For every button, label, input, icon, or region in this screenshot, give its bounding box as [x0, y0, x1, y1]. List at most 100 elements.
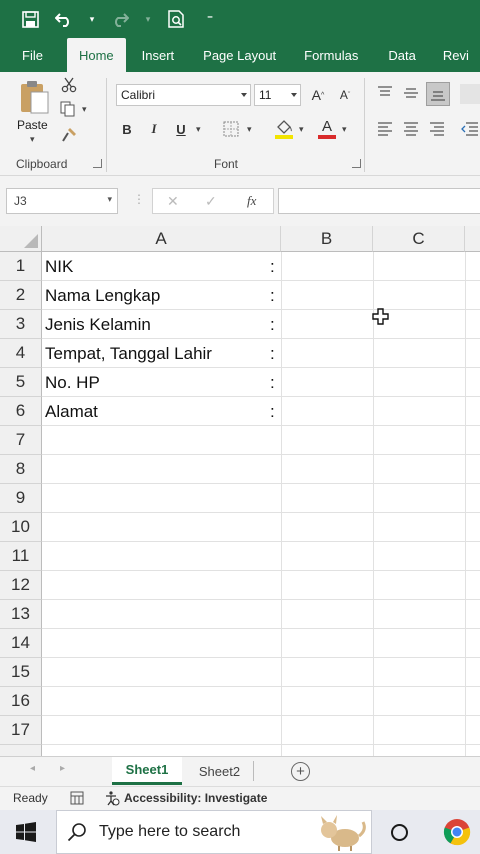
- formula-input[interactable]: [278, 188, 480, 214]
- tab-insert[interactable]: Insert: [126, 38, 191, 72]
- row-gridline: [42, 541, 480, 542]
- align-center-icon[interactable]: [402, 120, 420, 138]
- row-header[interactable]: 17: [0, 716, 42, 745]
- cell-a2[interactable]: Nama Lengkap: [45, 281, 160, 310]
- font-launcher-icon[interactable]: [352, 159, 361, 168]
- row-header[interactable]: 1: [0, 252, 42, 281]
- tab-home[interactable]: Home: [66, 38, 126, 72]
- font-color-icon[interactable]: A: [317, 118, 337, 140]
- font-size-dropdown-icon[interactable]: [291, 93, 297, 97]
- insert-function-icon[interactable]: fx: [247, 193, 256, 209]
- tab-data[interactable]: Data: [373, 38, 430, 72]
- cell-a3[interactable]: Jenis Kelamin: [45, 310, 151, 339]
- add-sheet-button[interactable]: +: [291, 762, 310, 781]
- clipboard-launcher-icon[interactable]: [93, 159, 102, 168]
- cell-a1[interactable]: NIK: [45, 252, 73, 281]
- column-header-b[interactable]: B: [281, 226, 373, 252]
- cell-colon-3: :: [270, 314, 275, 334]
- redo-icon[interactable]: [110, 9, 130, 29]
- select-all-corner[interactable]: [0, 226, 42, 252]
- row-header[interactable]: 11: [0, 542, 42, 571]
- italic-button[interactable]: I: [145, 120, 163, 138]
- row-header[interactable]: 10: [0, 513, 42, 542]
- row-header[interactable]: 12: [0, 571, 42, 600]
- scroll-sheets-left-icon[interactable]: ◂: [30, 763, 35, 774]
- undo-dropdown-icon[interactable]: ▾: [88, 9, 96, 29]
- tab-review[interactable]: Revi: [431, 38, 480, 72]
- row-header[interactable]: [0, 745, 42, 756]
- row-header[interactable]: 3: [0, 310, 42, 339]
- formula-bar-grip-icon: ⋮: [133, 192, 145, 206]
- sheet-tab-sheet2[interactable]: Sheet2: [186, 761, 254, 781]
- task-view-icon[interactable]: [391, 824, 408, 841]
- align-right-icon[interactable]: [428, 120, 446, 138]
- paste-button-label[interactable]: Paste: [17, 118, 48, 132]
- tab-file[interactable]: File: [0, 38, 67, 72]
- column-header-c[interactable]: C: [373, 226, 465, 252]
- row-header[interactable]: 2: [0, 281, 42, 310]
- font-color-dropdown-icon[interactable]: ▾: [342, 124, 347, 135]
- orientation-icon[interactable]: [460, 84, 480, 104]
- accessibility-icon[interactable]: [104, 790, 120, 809]
- copy-dropdown-icon[interactable]: ▾: [82, 104, 87, 115]
- copy-icon[interactable]: [58, 100, 78, 118]
- row-header[interactable]: 6: [0, 397, 42, 426]
- tab-page-layout[interactable]: Page Layout: [190, 38, 289, 72]
- redo-dropdown-icon[interactable]: ▾: [144, 9, 152, 29]
- font-name-dropdown-icon[interactable]: [241, 93, 247, 97]
- taskbar-search[interactable]: Type here to search: [56, 810, 372, 854]
- row-header[interactable]: 13: [0, 600, 42, 629]
- grow-font-icon[interactable]: A ^: [309, 86, 327, 104]
- underline-button[interactable]: U: [172, 120, 190, 138]
- customize-toolbar-icon[interactable]: ⁼: [200, 9, 220, 29]
- cell-a4[interactable]: Tempat, Tanggal Lahir: [45, 339, 212, 368]
- align-middle-icon[interactable]: [402, 84, 420, 102]
- underline-dropdown-icon[interactable]: ▾: [196, 124, 201, 135]
- name-box-dropdown-icon[interactable]: ▾: [107, 194, 112, 205]
- borders-icon[interactable]: [222, 120, 240, 138]
- name-box[interactable]: J3 ▾: [6, 188, 118, 214]
- row-header[interactable]: 5: [0, 368, 42, 397]
- cell-colon-6: :: [270, 401, 275, 421]
- chrome-icon[interactable]: [443, 818, 471, 849]
- cell-colon-5: :: [270, 372, 275, 392]
- sheet-tab-sheet1[interactable]: Sheet1: [112, 757, 182, 785]
- macro-record-icon[interactable]: [70, 791, 84, 808]
- print-preview-icon[interactable]: [166, 9, 186, 29]
- cancel-entry-icon[interactable]: ✕: [167, 193, 179, 210]
- row-header[interactable]: 4: [0, 339, 42, 368]
- column-header-a[interactable]: A: [42, 226, 281, 252]
- align-left-icon[interactable]: [376, 120, 394, 138]
- row-header[interactable]: 8: [0, 455, 42, 484]
- row-header[interactable]: 14: [0, 629, 42, 658]
- align-top-icon[interactable]: [376, 84, 394, 102]
- font-size-select[interactable]: 11: [254, 84, 301, 106]
- undo-icon[interactable]: [54, 9, 74, 29]
- fill-color-dropdown-icon[interactable]: ▾: [299, 124, 304, 135]
- decrease-indent-icon[interactable]: [460, 120, 480, 138]
- paste-dropdown-icon[interactable]: ▾: [30, 134, 35, 145]
- paste-icon[interactable]: [18, 78, 52, 116]
- align-bottom-icon[interactable]: [426, 82, 450, 106]
- cell-a6[interactable]: Alamat: [45, 397, 98, 426]
- row-header[interactable]: 15: [0, 658, 42, 687]
- column-header-d[interactable]: [465, 226, 480, 252]
- tab-formulas[interactable]: Formulas: [289, 38, 373, 72]
- row-header[interactable]: 16: [0, 687, 42, 716]
- cut-icon[interactable]: [60, 76, 78, 94]
- scroll-sheets-right-icon[interactable]: ▸: [60, 763, 65, 774]
- save-icon[interactable]: [20, 9, 40, 29]
- row-header[interactable]: 9: [0, 484, 42, 513]
- cell-a5[interactable]: No. HP: [45, 368, 100, 397]
- shrink-font-icon[interactable]: Aˇ: [336, 86, 354, 104]
- row-header[interactable]: 7: [0, 426, 42, 455]
- accessibility-status[interactable]: Accessibility: Investigate: [124, 791, 267, 805]
- worksheet-grid[interactable]: A B C 1 2 3 4 5 6 7 8 9 10 11 12 13 14 1…: [0, 226, 480, 756]
- fill-color-icon[interactable]: [274, 118, 294, 140]
- borders-dropdown-icon[interactable]: ▾: [247, 124, 252, 135]
- windows-start-icon[interactable]: [16, 822, 36, 845]
- font-name-select[interactable]: Calibri: [116, 84, 251, 106]
- format-painter-icon[interactable]: [60, 126, 78, 144]
- bold-button[interactable]: B: [118, 120, 136, 138]
- confirm-entry-icon[interactable]: ✓: [205, 193, 217, 210]
